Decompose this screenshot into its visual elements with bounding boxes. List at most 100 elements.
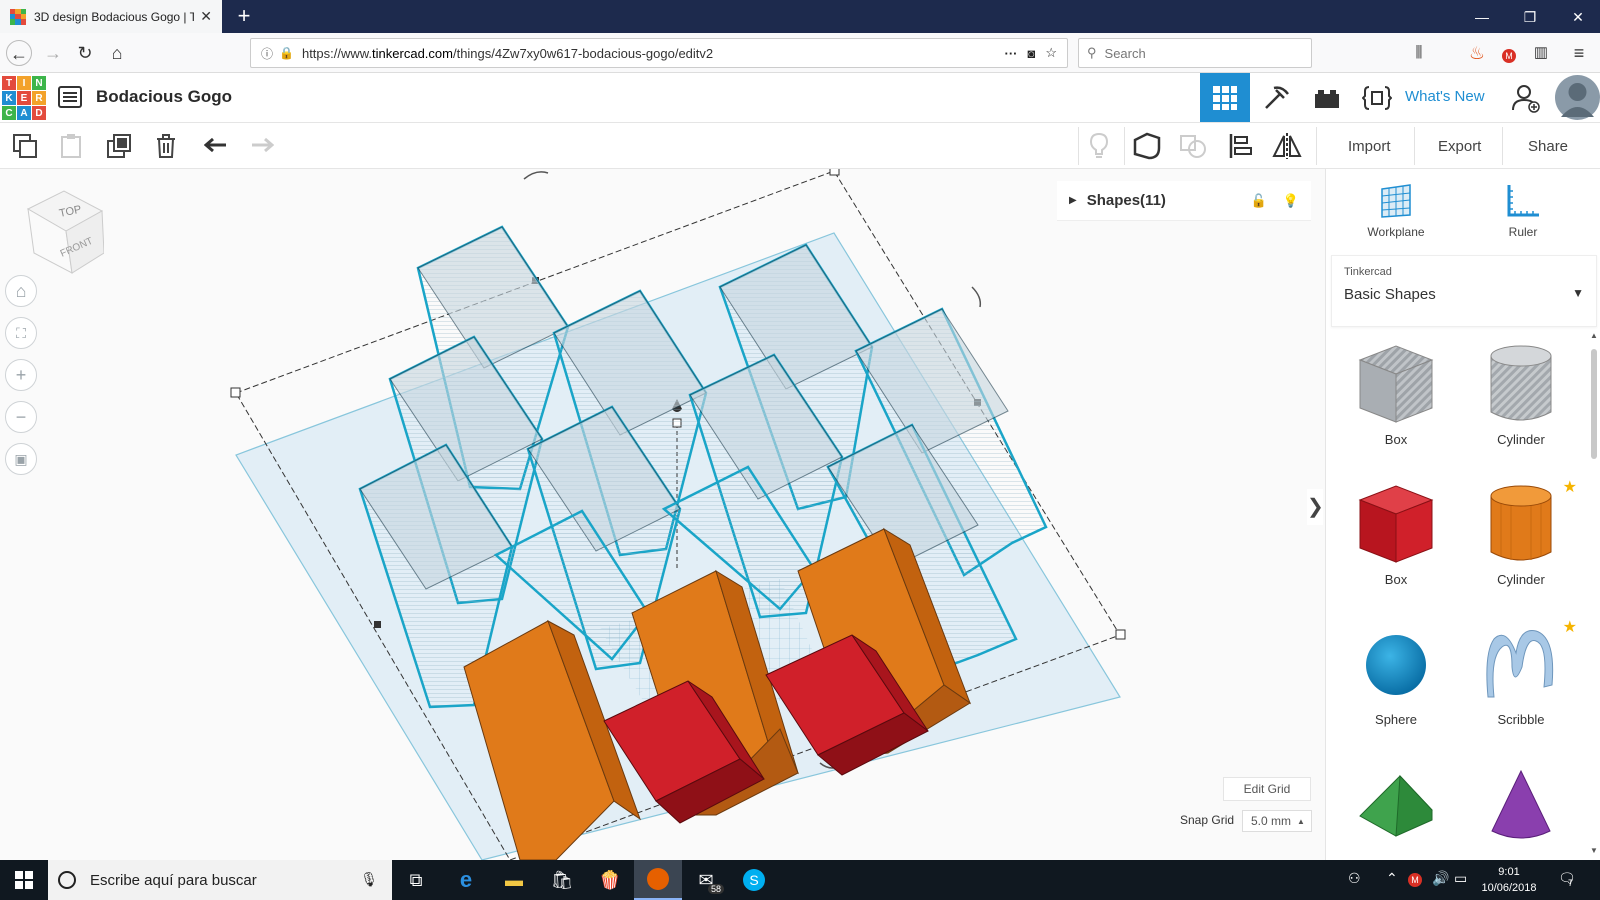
ungroup-button[interactable] — [1178, 131, 1208, 161]
tinkercad-logo[interactable]: T I N K E R C A D — [2, 76, 46, 120]
task-view-button[interactable]: ⧉ — [392, 860, 440, 900]
page-actions-icon[interactable]: ··· — [1004, 46, 1017, 61]
fire-extension-icon[interactable]: ♨ — [1464, 40, 1490, 66]
gmail-tray-icon[interactable]: M — [1408, 870, 1422, 887]
tab-title: 3D design Bodacious Gogo | Ti — [34, 9, 195, 24]
shape-cylinder-striped[interactable]: Cylinder — [1461, 337, 1581, 467]
lock-icon[interactable]: 🔓 — [1251, 193, 1267, 209]
shape-cone[interactable] — [1461, 757, 1581, 857]
home-icon[interactable]: ⌂ — [104, 40, 130, 66]
clock-date: 10/06/2018 — [1481, 882, 1537, 894]
shape-box-red[interactable]: Box — [1336, 477, 1456, 607]
mirror-button[interactable] — [1272, 131, 1302, 161]
pocket-icon[interactable]: ◙ — [1027, 46, 1035, 61]
clock-time: 9:01 — [1498, 866, 1520, 878]
shape-inspector-panel[interactable]: ▶ Shapes(11) 🔓 💡 — [1057, 181, 1311, 221]
info-icon[interactable]: ⓘ — [261, 45, 273, 62]
notifications-icon[interactable]: 🗨 7 — [1558, 870, 1576, 888]
view-cube[interactable]: TOP FRONT — [24, 187, 105, 277]
shape-sphere[interactable]: Sphere — [1336, 617, 1456, 747]
close-tab-icon[interactable]: ✕ — [200, 8, 212, 25]
resize-handle — [230, 387, 241, 398]
home-view-button[interactable]: ⌂ — [5, 275, 37, 307]
movies-app[interactable]: 🍿 — [586, 860, 634, 900]
avatar[interactable] — [1555, 75, 1600, 120]
export-button[interactable]: Export — [1424, 131, 1495, 161]
shape-box-striped[interactable]: Box — [1336, 337, 1456, 467]
forward-icon[interactable]: → — [40, 40, 66, 66]
expand-icon[interactable]: ▶ — [1069, 195, 1077, 206]
store-app[interactable]: 🛍 — [538, 860, 586, 900]
skype-app[interactable]: S — [730, 860, 778, 900]
hamburger-menu-icon[interactable]: ≡ — [1566, 40, 1592, 66]
file-explorer-app[interactable]: ▬ — [490, 860, 538, 900]
user-icon — [1561, 83, 1594, 117]
shape-scribble[interactable]: ★ Scribble — [1461, 617, 1581, 747]
library-icon[interactable]: ⫼ — [1406, 40, 1432, 66]
edit-grid-button[interactable]: Edit Grid — [1223, 777, 1311, 801]
zoom-out-button[interactable]: − — [5, 401, 37, 433]
ruler-button[interactable]: Ruler — [1478, 181, 1568, 239]
design-list-icon[interactable] — [58, 86, 82, 108]
import-button[interactable]: Import — [1334, 131, 1405, 161]
undo-button[interactable] — [201, 131, 231, 161]
browser-tab[interactable]: 3D design Bodacious Gogo | Ti ✕ — [0, 0, 222, 33]
codeblocks-button[interactable] — [1352, 73, 1402, 122]
duplicate-button[interactable] — [104, 131, 134, 161]
paste-button[interactable] — [56, 131, 86, 161]
gmail-extension-icon[interactable]: M — [1496, 40, 1522, 66]
workplane-button[interactable]: Workplane — [1351, 181, 1441, 239]
zoom-in-button[interactable]: + — [5, 359, 37, 391]
code-blocks-icon — [1362, 85, 1392, 110]
reload-icon[interactable]: ↻ — [72, 40, 98, 66]
volume-icon[interactable]: 🔊 — [1432, 870, 1449, 887]
taskbar-search-input[interactable]: Escribe aquí para buscar 🎙 — [48, 860, 392, 900]
collapse-panel-button[interactable]: ❯ — [1307, 489, 1324, 525]
clock[interactable]: 9:01 10/06/2018 — [1474, 864, 1544, 896]
chevron-up-icon[interactable]: ⌃ — [1386, 870, 1398, 887]
perspective-button[interactable]: ▣ — [5, 443, 37, 475]
3d-view-button[interactable] — [1200, 73, 1250, 122]
delete-button[interactable] — [151, 131, 181, 161]
redo-button[interactable] — [247, 131, 277, 161]
search-input[interactable]: ⚲ Search — [1078, 38, 1312, 68]
bookmark-star-icon[interactable]: ☆ — [1045, 45, 1057, 61]
shape-roof[interactable] — [1336, 757, 1456, 857]
copy-button[interactable] — [10, 131, 40, 161]
3d-workspace[interactable]: TOP FRONT ⌂ ⛶ + − ▣ ▶ Shapes(11) 🔓 💡 ❯ E… — [0, 169, 1325, 860]
people-icon[interactable]: ⚇ — [1348, 870, 1361, 887]
box-icon — [1358, 345, 1434, 423]
align-button[interactable] — [1226, 131, 1256, 161]
new-tab-icon[interactable]: + — [232, 4, 256, 28]
edge-app[interactable]: e — [442, 860, 490, 900]
show-all-button[interactable] — [1084, 131, 1114, 161]
bricks-button[interactable] — [1302, 73, 1352, 122]
lightbulb-icon[interactable]: 💡 — [1283, 193, 1299, 209]
blocks-button[interactable] — [1251, 73, 1301, 122]
scrollbar-thumb[interactable] — [1591, 349, 1597, 459]
design-title[interactable]: Bodacious Gogo — [96, 87, 232, 107]
share-button[interactable]: Share — [1514, 131, 1582, 161]
group-button[interactable] — [1132, 131, 1162, 161]
restore-icon[interactable]: ❐ — [1508, 6, 1552, 28]
network-icon[interactable]: ▭ — [1454, 870, 1467, 887]
3d-scene[interactable] — [0, 169, 1325, 860]
snap-grid-select[interactable]: 5.0 mm ▲ — [1242, 810, 1312, 832]
add-user-icon — [1512, 84, 1540, 113]
fit-view-button[interactable]: ⛶ — [5, 317, 37, 349]
add-user-button[interactable] — [1503, 73, 1549, 122]
start-button[interactable] — [0, 860, 48, 900]
close-window-icon[interactable]: ✕ — [1556, 6, 1600, 28]
firefox-app[interactable] — [634, 860, 682, 900]
sidebar-icon[interactable]: ▥ — [1528, 40, 1554, 66]
mail-app[interactable]: ✉ 58 — [682, 860, 730, 900]
shape-cylinder-orange[interactable]: ★ Cylinder — [1461, 477, 1581, 607]
library-selector[interactable]: Tinkercad Basic Shapes ▼ — [1331, 255, 1597, 327]
minimize-icon[interactable]: — — [1460, 6, 1504, 28]
redo-icon — [252, 137, 274, 153]
back-icon[interactable]: ← — [6, 40, 32, 66]
whats-new-link[interactable]: What's New — [1405, 88, 1485, 105]
microphone-icon[interactable]: 🎙 — [360, 871, 378, 888]
url-bar[interactable]: ⓘ 🔒 https://www.tinkercad.com/things/4Zw… — [250, 38, 1068, 68]
shapes-scrollbar[interactable]: ▲ ▼ — [1589, 331, 1599, 855]
